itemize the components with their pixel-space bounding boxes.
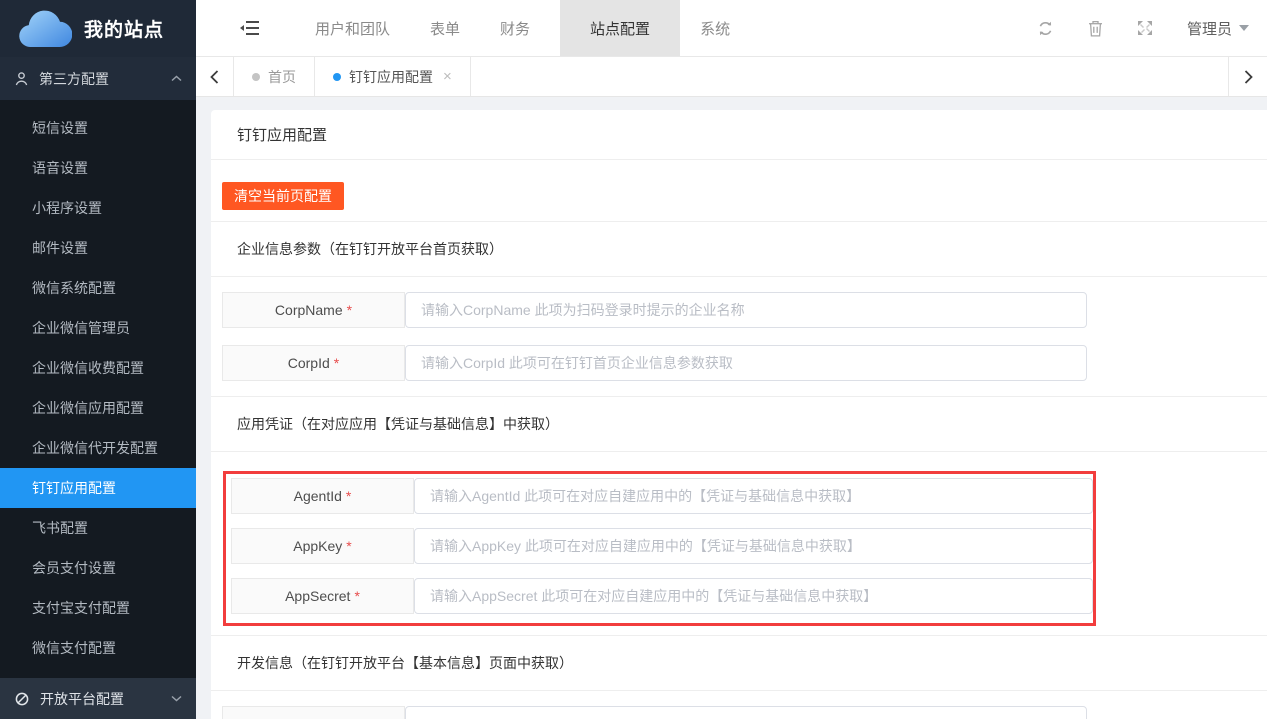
field-label: CorpName *: [222, 292, 405, 328]
admin-menu[interactable]: 管理员: [1187, 18, 1249, 39]
main-area: 首页 钉钉应用配置 × 钉钉应用配置 清空当前页配置 企业信息参数（在钉钉开放平…: [196, 57, 1267, 719]
field-input[interactable]: [405, 706, 1087, 719]
form-field-row: AppKey *: [231, 528, 1093, 564]
field-label: AgentId *: [231, 478, 414, 514]
form-field-row: AppSecret *: [231, 578, 1093, 614]
clear-config-button[interactable]: 清空当前页配置: [222, 182, 344, 210]
section-rows: AgentId * AppKey * AppSecret *: [223, 471, 1096, 626]
toolbar: 清空当前页配置: [211, 160, 1267, 221]
field-label-text: AppKey: [293, 538, 342, 554]
section-heading: 开发信息（在钉钉开放平台【基本信息】页面中获取）: [211, 635, 1267, 691]
sidebar-item[interactable]: 微信系统配置: [0, 268, 196, 308]
chevron-right-icon[interactable]: [1228, 57, 1267, 96]
form-section: 开发信息（在钉钉开放平台【基本信息】页面中获取）: [211, 635, 1267, 719]
content-wrap: 钉钉应用配置 清空当前页配置 企业信息参数（在钉钉开放平台首页获取） CorpN…: [196, 97, 1267, 719]
sidebar-group-label: 开放平台配置: [40, 689, 124, 709]
required-asterisk: *: [347, 302, 352, 318]
required-asterisk: *: [354, 588, 359, 604]
sidebar-item[interactable]: 企业微信应用配置: [0, 388, 196, 428]
field-label: AppKey *: [231, 528, 414, 564]
nav-right-cluster: 管理员: [1037, 0, 1249, 56]
sidebar-item[interactable]: 钉钉应用配置: [0, 468, 196, 508]
form-field-row: CorpId *: [222, 345, 1267, 381]
cloud-icon: [16, 9, 72, 49]
sidebar-item[interactable]: 飞书配置: [0, 508, 196, 548]
site-name: 我的站点: [84, 15, 164, 42]
trash-icon[interactable]: [1088, 20, 1103, 37]
sidebar-item[interactable]: 语音设置: [0, 148, 196, 188]
refresh-icon[interactable]: [1037, 20, 1054, 37]
chevron-up-icon: [171, 75, 182, 82]
required-asterisk: *: [346, 488, 351, 504]
tab[interactable]: 钉钉应用配置 ×: [315, 57, 471, 96]
field-label-text: CorpName: [275, 302, 343, 318]
section-heading: 应用凭证（在对应应用【凭证与基础信息】中获取）: [211, 396, 1267, 452]
sidebar: 第三方配置 短信设置语音设置小程序设置邮件设置微信系统配置企业微信管理员企业微信…: [0, 57, 196, 719]
admin-label: 管理员: [1187, 18, 1232, 39]
nav-item[interactable]: 表单: [430, 18, 460, 39]
tab-dot-icon: [252, 73, 260, 81]
form-section: 应用凭证（在对应应用【凭证与基础信息】中获取） AgentId * AppKey…: [211, 396, 1267, 626]
tab[interactable]: 首页: [233, 57, 315, 96]
sidebar-group-label: 第三方配置: [39, 69, 109, 89]
field-label-text: AgentId: [294, 488, 342, 504]
field-label-text: AppSecret: [285, 588, 350, 604]
field-input[interactable]: [405, 345, 1087, 381]
sidebar-item[interactable]: 微信支付配置: [0, 628, 196, 668]
fold-menu-icon[interactable]: [240, 20, 259, 36]
sidebar-items: 短信设置语音设置小程序设置邮件设置微信系统配置企业微信管理员企业微信收费配置企业…: [0, 100, 196, 668]
field-input[interactable]: [405, 292, 1087, 328]
tab-label: 首页: [268, 67, 296, 87]
fullscreen-icon[interactable]: [1137, 20, 1153, 36]
field-input[interactable]: [414, 528, 1093, 564]
layout: 第三方配置 短信设置语音设置小程序设置邮件设置微信系统配置企业微信管理员企业微信…: [0, 57, 1267, 719]
field-label: [222, 706, 405, 719]
form-field-row: AgentId *: [231, 478, 1093, 514]
field-label: CorpId *: [222, 345, 405, 381]
field-label-text: CorpId: [288, 355, 330, 371]
page-title: 钉钉应用配置: [211, 110, 1267, 160]
tab-dot-icon: [333, 73, 341, 81]
sidebar-item[interactable]: 会员支付设置: [0, 548, 196, 588]
tab-bar: 首页 钉钉应用配置 ×: [196, 57, 1267, 97]
nav-item[interactable]: 系统: [700, 18, 730, 39]
section-rows: CorpName * CorpId *: [211, 277, 1267, 396]
field-input[interactable]: [414, 578, 1093, 614]
section-heading: 企业信息参数（在钉钉开放平台首页获取）: [211, 221, 1267, 277]
sidebar-item[interactable]: 小程序设置: [0, 188, 196, 228]
required-asterisk: *: [346, 538, 351, 554]
sidebar-group-open-platform[interactable]: 开放平台配置: [0, 678, 196, 719]
tab-label: 钉钉应用配置: [349, 67, 433, 87]
sidebar-group-third-party[interactable]: 第三方配置: [0, 57, 196, 100]
required-asterisk: *: [334, 355, 339, 371]
sidebar-item[interactable]: 支付宝支付配置: [0, 588, 196, 628]
nav-item[interactable]: 站点配置: [560, 0, 680, 56]
person-icon: [14, 71, 29, 87]
caret-down-icon: [1239, 25, 1249, 31]
circle-slash-icon: [14, 691, 30, 707]
tab-close-icon[interactable]: ×: [443, 68, 452, 85]
form-area: 企业信息参数（在钉钉开放平台首页获取） CorpName * CorpId * …: [211, 221, 1267, 719]
sidebar-item[interactable]: 企业微信管理员: [0, 308, 196, 348]
chevron-down-icon: [171, 695, 182, 702]
field-input[interactable]: [414, 478, 1093, 514]
app-header: 我的站点 用户和团队 表单 财务 站点配置系统: [0, 0, 1267, 57]
sidebar-item[interactable]: 企业微信代开发配置: [0, 428, 196, 468]
nav-item[interactable]: 用户和团队: [315, 18, 390, 39]
form-field-row: [222, 706, 1267, 719]
sidebar-item[interactable]: 邮件设置: [0, 228, 196, 268]
sidebar-item[interactable]: 企业微信收费配置: [0, 348, 196, 388]
form-field-row: CorpName *: [222, 292, 1267, 328]
section-rows: [211, 691, 1267, 719]
top-nav: 用户和团队 表单 财务 站点配置系统: [196, 0, 1267, 57]
sidebar-item[interactable]: 短信设置: [0, 108, 196, 148]
logo-block: 我的站点: [0, 0, 196, 57]
field-label: AppSecret *: [231, 578, 414, 614]
chevron-left-icon[interactable]: [196, 57, 233, 96]
form-section: 企业信息参数（在钉钉开放平台首页获取） CorpName * CorpId *: [211, 221, 1267, 396]
content-panel: 钉钉应用配置 清空当前页配置 企业信息参数（在钉钉开放平台首页获取） CorpN…: [211, 110, 1267, 719]
nav-item[interactable]: 财务: [500, 18, 530, 39]
